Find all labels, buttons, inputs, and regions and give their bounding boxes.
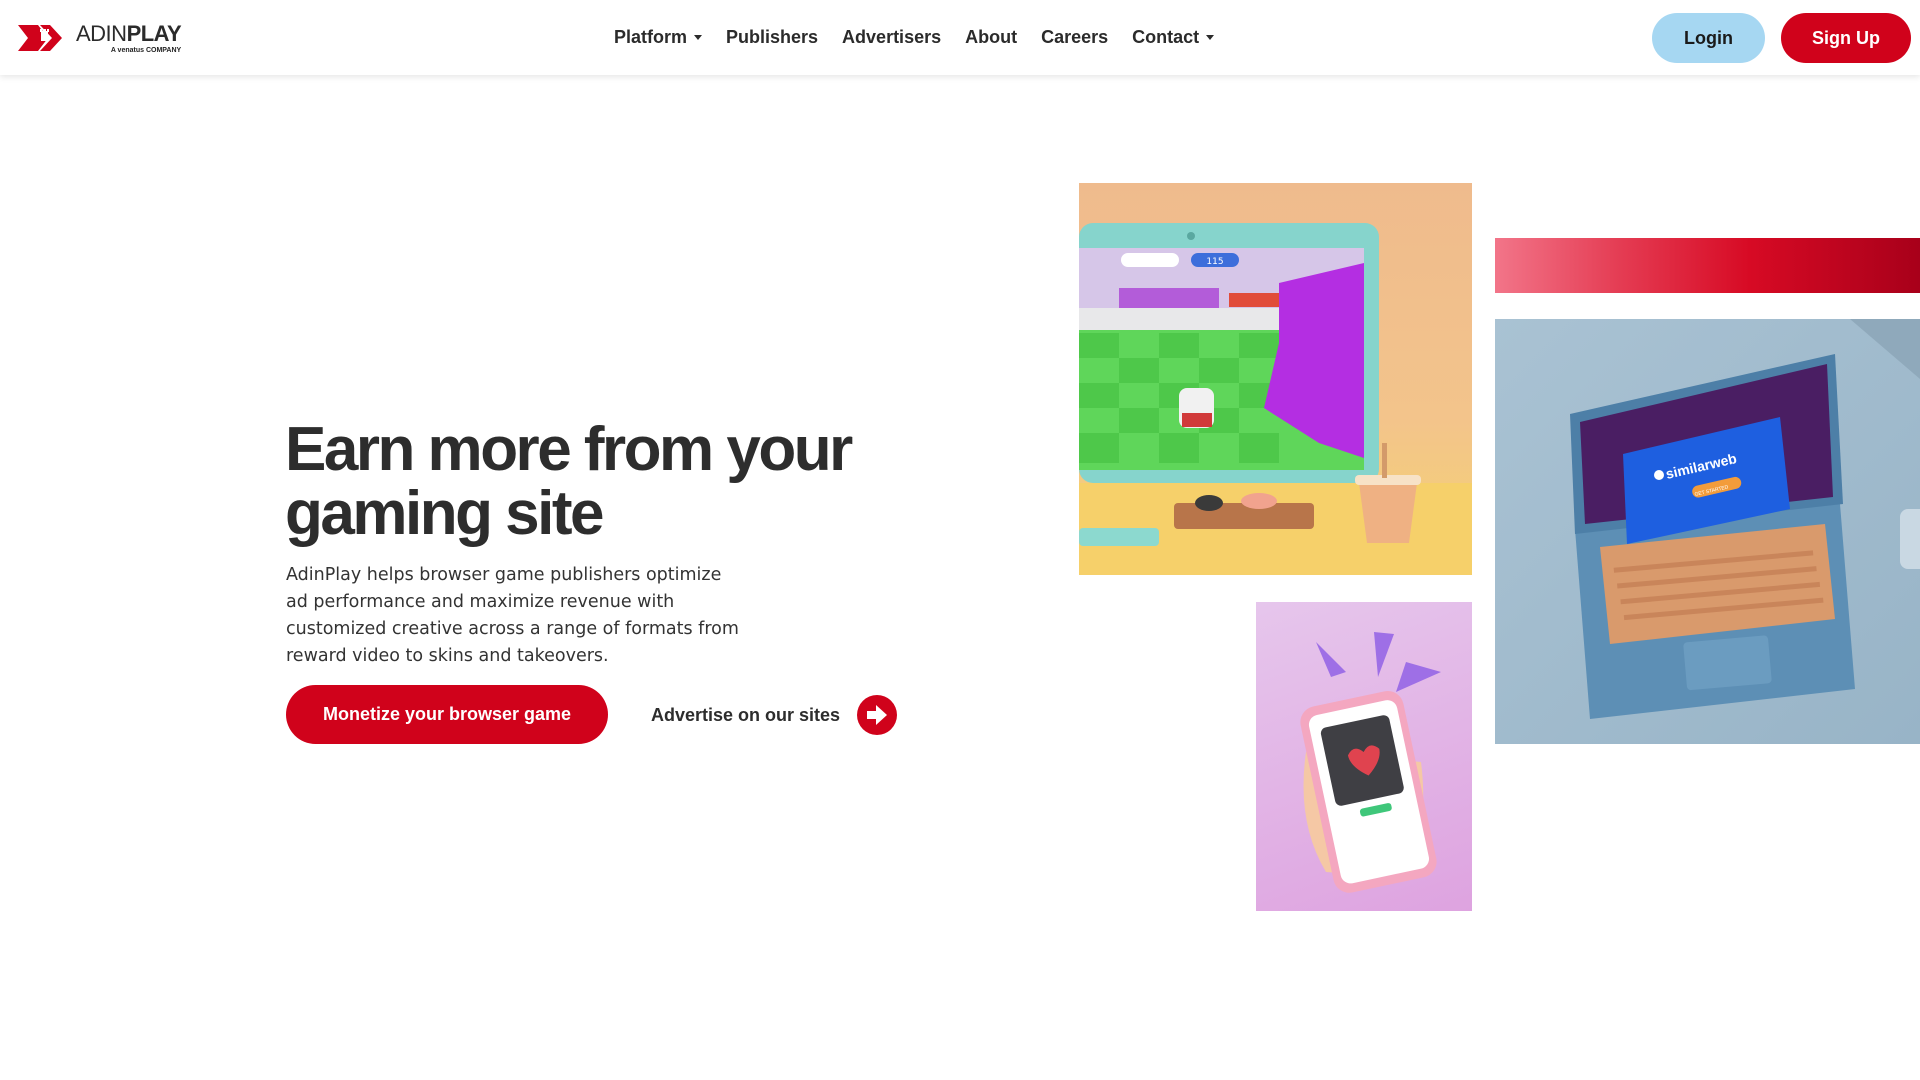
nav-platform[interactable]: Platform xyxy=(614,27,703,48)
site-header: ADINPLAY A venatus COMPANY Platform Publ… xyxy=(0,0,1920,75)
signup-button[interactable]: Sign Up xyxy=(1781,13,1911,63)
logo-tagline: A venatus COMPANY xyxy=(110,46,182,54)
nav-advertisers[interactable]: Advertisers xyxy=(842,27,941,48)
chevron-down-icon xyxy=(1206,35,1215,40)
logo-wordmark: ADINPLAY xyxy=(76,20,182,46)
advertise-link[interactable]: Advertise on our sites xyxy=(651,695,898,735)
game-timer: 115 xyxy=(1206,257,1223,267)
arrow-right-icon xyxy=(857,695,898,735)
main-nav: Platform Publishers Advertisers About Ca… xyxy=(614,0,1238,75)
advertise-link-label: Advertise on our sites xyxy=(651,704,841,725)
chevron-down-icon xyxy=(694,35,703,40)
laptop-image: similarweb GET STARTED xyxy=(1495,319,1920,744)
phone-hand-image xyxy=(1256,602,1472,911)
nav-careers[interactable]: Careers xyxy=(1041,27,1108,48)
red-accent-bar xyxy=(1495,238,1920,293)
hero-title: Earn more from your gaming site xyxy=(285,415,853,548)
nav-contact[interactable]: Contact xyxy=(1132,27,1215,48)
login-button[interactable]: Login xyxy=(1652,13,1765,63)
monetize-button[interactable]: Monetize your browser game xyxy=(286,685,608,744)
adinplay-logo[interactable]: ADINPLAY A venatus COMPANY xyxy=(18,20,182,56)
game-monitor-image: 115 xyxy=(1079,183,1472,575)
hero-description: AdinPlay helps browser game publishers o… xyxy=(286,565,739,666)
nav-publishers[interactable]: Publishers xyxy=(726,27,818,48)
logo-mark-icon xyxy=(18,25,62,51)
nav-about[interactable]: About xyxy=(965,27,1017,48)
